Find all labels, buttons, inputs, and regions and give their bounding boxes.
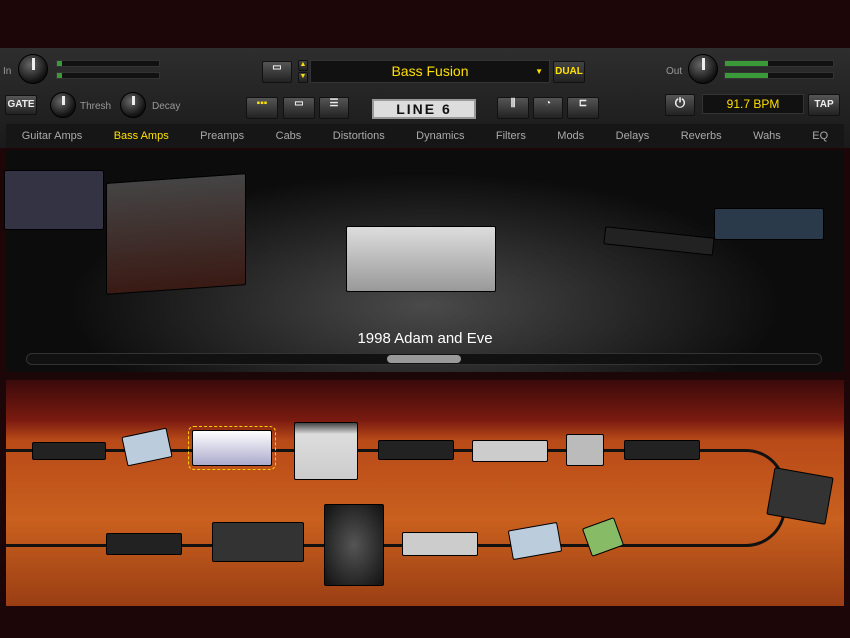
output-meter-l	[724, 60, 834, 67]
chain-block[interactable]	[106, 533, 182, 555]
save-button[interactable]: ▭	[262, 61, 292, 83]
chain-block[interactable]	[294, 422, 358, 480]
metronome-icon[interactable]: ⏻	[665, 94, 695, 116]
thresh-knob[interactable]	[50, 92, 76, 118]
tab-cabs[interactable]: Cabs	[276, 130, 302, 142]
tab-filters[interactable]: Filters	[496, 130, 526, 142]
thresh-label: Thresh	[80, 101, 112, 112]
dual-button[interactable]: DUAL	[553, 61, 585, 83]
tuner-icon[interactable]: ◔	[533, 97, 563, 119]
chain-block[interactable]	[324, 504, 384, 586]
scrollbar-thumb[interactable]	[387, 355, 461, 363]
preset-up-arrow-icon[interactable]: ▲	[298, 60, 308, 71]
decay-knob[interactable]	[120, 92, 146, 118]
chain-block[interactable]	[121, 427, 173, 467]
output-mixer-block[interactable]	[766, 467, 834, 525]
chain-block[interactable]	[32, 442, 106, 460]
output-meter-r	[724, 72, 834, 79]
chain-block-selected[interactable]	[188, 426, 276, 470]
tab-guitar-amps[interactable]: Guitar Amps	[22, 130, 83, 142]
tab-distortions[interactable]: Distortions	[333, 130, 385, 142]
tab-preamps[interactable]: Preamps	[200, 130, 244, 142]
decay-label: Decay	[152, 101, 181, 112]
preset-down-arrow-icon[interactable]: ▼	[298, 72, 308, 83]
chain-block[interactable]	[472, 440, 548, 462]
chain-block[interactable]	[624, 440, 700, 460]
line6-logo: LINE 6	[372, 99, 476, 119]
input-knob[interactable]	[18, 54, 48, 84]
model-browser: 1998 Adam and Eve	[4, 150, 844, 372]
view-list-icon[interactable]: ☰	[319, 97, 349, 119]
dropdown-arrow-icon: ▼	[535, 67, 543, 76]
chain-block[interactable]	[402, 532, 478, 556]
chain-block[interactable]	[581, 517, 625, 557]
tab-dynamics[interactable]: Dynamics	[416, 130, 464, 142]
chain-block[interactable]	[212, 522, 304, 562]
tab-wahs[interactable]: Wahs	[753, 130, 781, 142]
tap-button[interactable]: TAP	[808, 94, 840, 116]
view-chain-icon[interactable]: ▪▪▪	[246, 97, 278, 119]
mixer-icon[interactable]: ⫼	[497, 97, 529, 119]
bpm-display: 91.7 BPM	[702, 94, 804, 114]
in-label: In	[3, 66, 12, 77]
amp-model-thumb[interactable]	[106, 173, 246, 295]
chain-block[interactable]	[566, 434, 604, 466]
chain-block[interactable]	[507, 521, 563, 561]
chain-block[interactable]	[378, 440, 454, 460]
preset-name: Bass Fusion	[391, 63, 469, 79]
tab-bass-amps[interactable]: Bass Amps	[114, 130, 169, 142]
preset-select[interactable]: Bass Fusion ▼	[310, 60, 550, 83]
amp-model-thumb[interactable]	[603, 226, 715, 256]
gate-button[interactable]: GATE	[5, 95, 37, 115]
signal-chain	[6, 380, 844, 606]
input-meter-l	[56, 60, 160, 67]
tab-mods[interactable]: Mods	[557, 130, 584, 142]
out-label: Out	[666, 66, 683, 77]
tab-reverbs[interactable]: Reverbs	[681, 130, 722, 142]
category-tabs: Guitar Amps Bass Amps Preamps Cabs Distortio…	[6, 124, 844, 148]
amp-model-thumb[interactable]	[714, 208, 824, 240]
output-knob[interactable]	[688, 54, 718, 84]
amp-model-thumb[interactable]	[4, 170, 104, 230]
selected-amp-model[interactable]	[346, 226, 496, 292]
view-rack-icon[interactable]: ▭	[283, 97, 315, 119]
input-meter-r	[56, 72, 160, 79]
tab-eq[interactable]: EQ	[812, 130, 828, 142]
model-name: 1998 Adam and Eve	[357, 330, 493, 347]
browser-scrollbar[interactable]	[26, 353, 822, 365]
routing-icon[interactable]: ⊏	[567, 97, 599, 119]
tab-delays[interactable]: Delays	[616, 130, 650, 142]
